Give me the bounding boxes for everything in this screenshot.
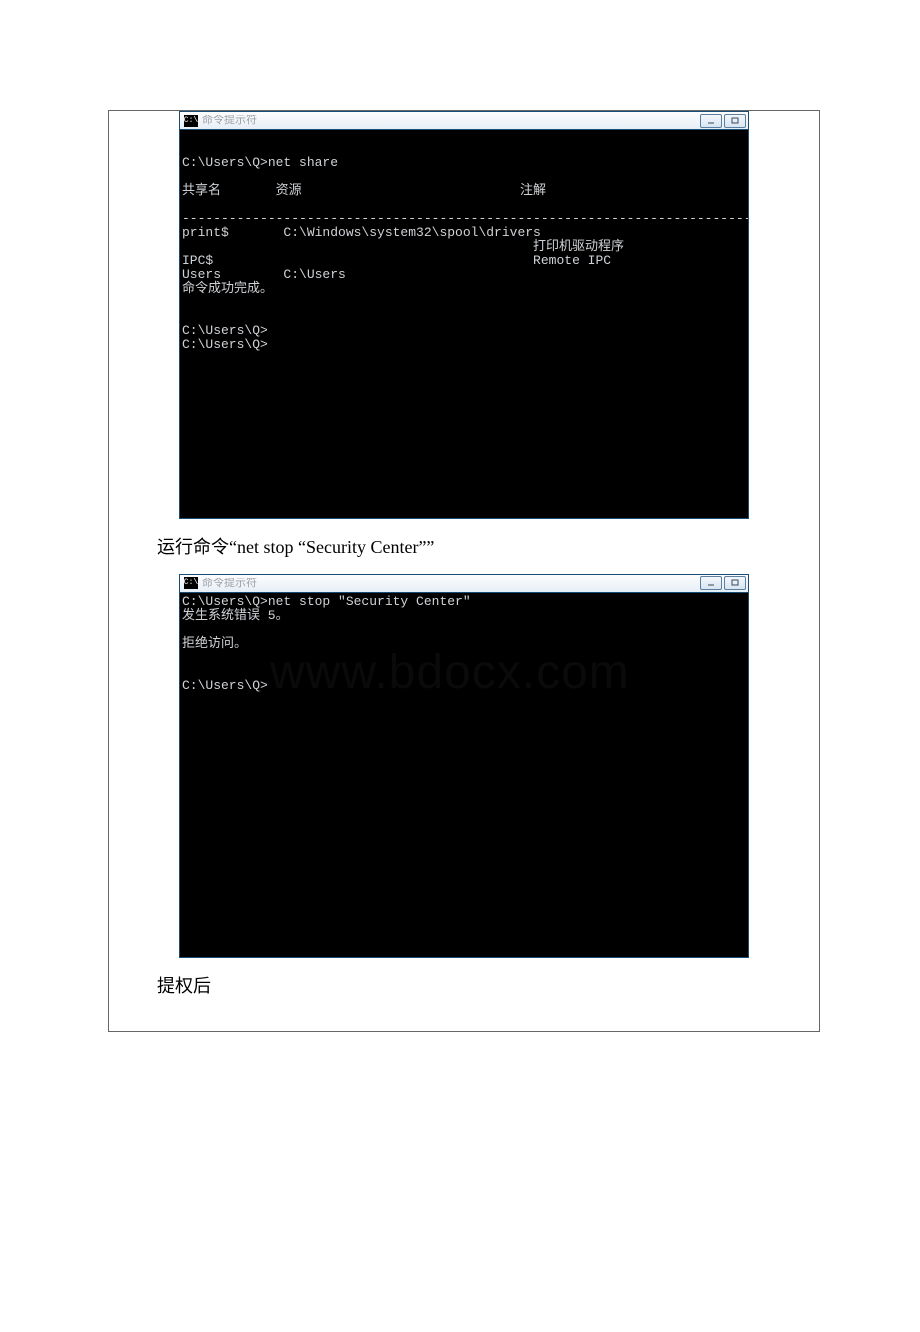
maximize-button[interactable]	[724, 114, 746, 128]
document-page: C:\ 命令提示符 C:\Users\Q>net share 共享名	[0, 0, 920, 1332]
window-title: 命令提示符	[202, 115, 700, 126]
document-frame: C:\ 命令提示符 C:\Users\Q>net share 共享名	[108, 110, 820, 1032]
minimize-button[interactable]	[700, 576, 722, 590]
terminal-output[interactable]: C:\Users\Q>net stop "Security Center" 发生…	[180, 593, 748, 957]
minimize-button[interactable]	[700, 114, 722, 128]
maximize-icon	[730, 117, 740, 125]
minimize-icon	[706, 579, 716, 587]
minimize-icon	[706, 117, 716, 125]
titlebar[interactable]: C:\ 命令提示符	[180, 112, 748, 130]
cmd-window-net-share: C:\ 命令提示符 C:\Users\Q>net share 共享名	[179, 111, 749, 519]
cmd-prompt-icon: C:\	[184, 577, 198, 589]
maximize-icon	[730, 579, 740, 587]
window-buttons	[700, 576, 746, 590]
caption-elevated: 提权后	[157, 972, 819, 1001]
window-buttons	[700, 114, 746, 128]
maximize-button[interactable]	[724, 576, 746, 590]
window-title: 命令提示符	[202, 578, 700, 589]
cmd-window-net-stop: C:\ 命令提示符 C:\Users\Q>net stop "Secu	[179, 574, 749, 958]
titlebar[interactable]: C:\ 命令提示符	[180, 575, 748, 593]
terminal-output[interactable]: C:\Users\Q>net share 共享名 资源 注解 ---------…	[180, 130, 748, 518]
cmd-prompt-icon: C:\	[184, 115, 198, 127]
caption-net-stop: 运行命令“net stop “Security Center””	[157, 533, 819, 562]
